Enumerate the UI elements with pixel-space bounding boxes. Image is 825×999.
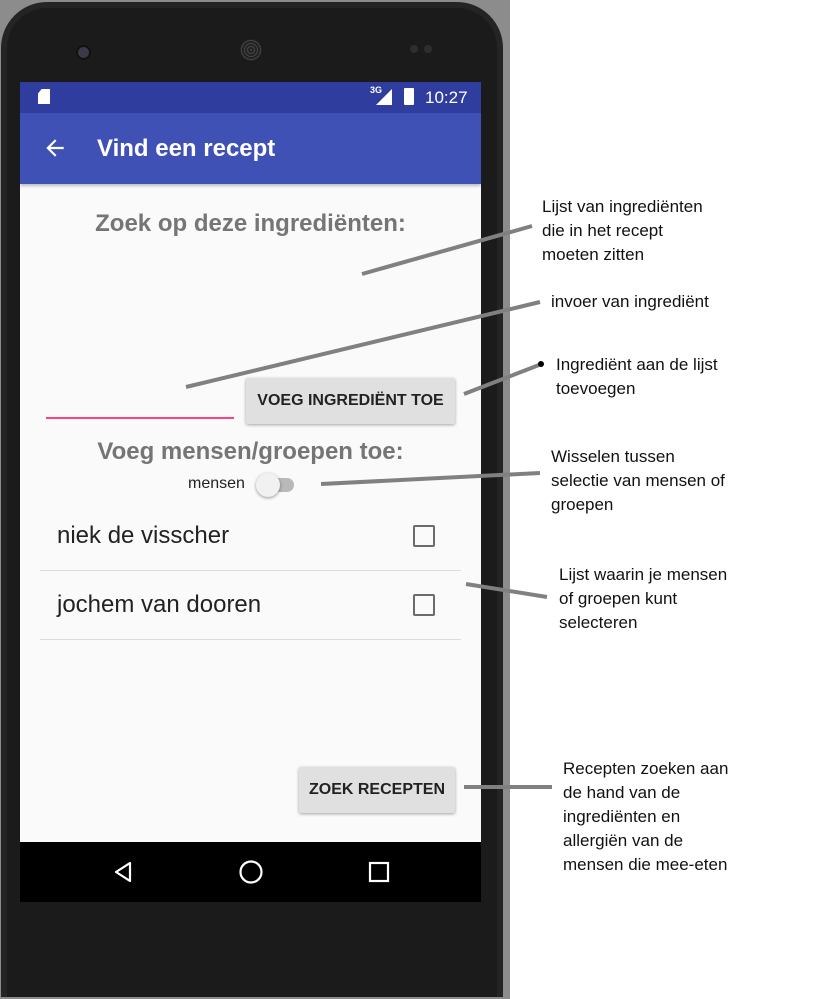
sd-card-icon [38,89,50,104]
light-sensor [424,45,432,53]
people-groups-toggle[interactable] [256,473,298,497]
status-time: 10:27 [425,88,468,107]
battery-icon [404,88,414,105]
status-bar: 3G 10:27 [20,82,481,113]
recents-icon[interactable] [368,861,390,883]
annotation-add-ingredient: Ingrediënt aan de lijst toevoegen [556,355,718,398]
annotation-toggle: Wisselen tussen selectie van mensen of g… [551,447,725,514]
front-camera [76,45,91,60]
add-ingredient-button[interactable]: VOEG INGREDIËNT TOE [246,378,455,424]
page-title: Vind een recept [97,135,276,162]
phone-screen: 3G 10:27 Vind een recept Zoek op deze in… [20,82,481,902]
back-arrow-icon[interactable] [42,135,68,161]
navigation-bar [20,842,481,902]
person-name: jochem van dooren [57,591,262,618]
proximity-sensor [410,45,418,53]
person-checkbox[interactable] [413,525,435,547]
toggle-thumb [256,473,280,497]
person-checkbox[interactable] [413,594,435,616]
ingredients-heading: Zoek op deze ingrediënten: [95,210,406,237]
list-item[interactable]: niek de visscher [40,502,461,571]
ingredient-input[interactable] [46,387,234,419]
ingredients-list [40,252,461,372]
list-item[interactable]: jochem van dooren [40,571,461,640]
annotation-people-list: Lijst waarin je mensen of groepen kunt s… [559,565,728,632]
signal-type-label: 3G [370,85,383,95]
app-bar: Vind een recept [20,113,481,184]
connector-dot [538,361,544,367]
people-heading: Voeg mensen/groepen toe: [97,438,404,465]
search-recipes-button[interactable]: ZOEK RECEPTEN [299,767,455,813]
earpiece-speaker [240,39,262,61]
back-icon[interactable] [111,860,135,884]
home-icon[interactable] [238,859,264,885]
toggle-label: mensen [188,475,245,492]
person-name: niek de visscher [57,522,230,549]
annotation-search-button: Recepten zoeken aan de hand van de ingre… [563,759,729,874]
annotation-ingredient-input: invoer van ingrediënt [551,292,709,311]
annotation-ingredient-list: Lijst van ingrediënten die in het recept… [542,197,703,264]
